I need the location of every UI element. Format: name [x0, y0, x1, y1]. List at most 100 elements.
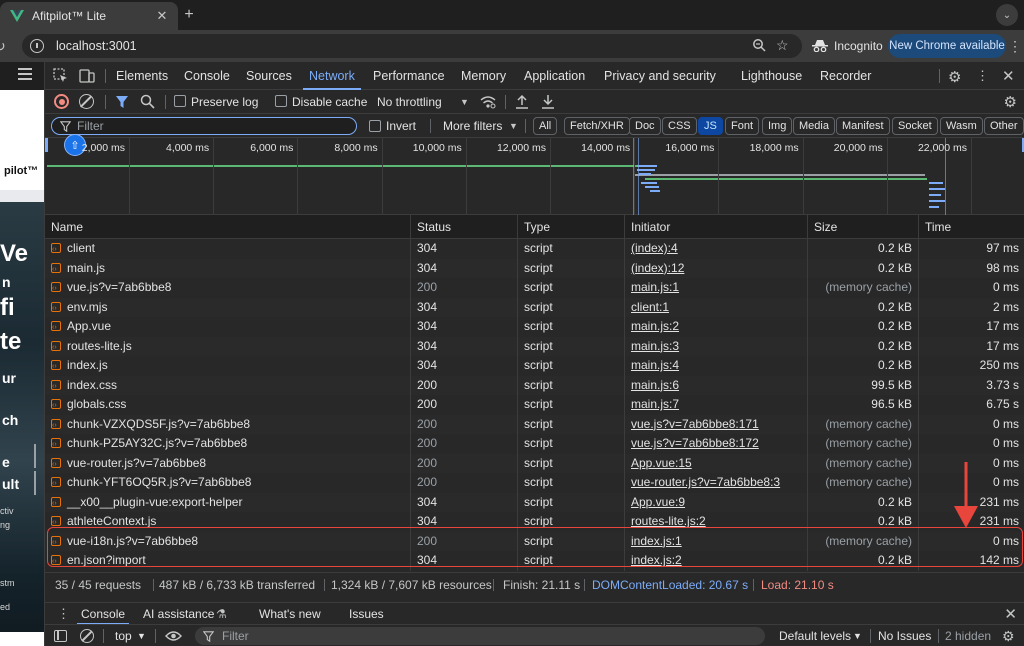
tab-application[interactable]: Application [524, 62, 585, 90]
tab-search-chevron-icon[interactable]: ⌄ [996, 4, 1018, 26]
table-row[interactable]: globals.css 200 script main.js:7 96.5 kB 6.75… [45, 395, 1024, 415]
export-har-icon[interactable] [541, 94, 555, 109]
cell-initiator[interactable]: main.js:4 [625, 356, 808, 376]
table-row[interactable]: env.mjs 304 script client:1 0.2 kB 2 ms [45, 297, 1024, 317]
initiator-text[interactable]: (index):4 [631, 241, 678, 255]
initiator-text[interactable]: client:1 [631, 300, 669, 314]
initiator-text[interactable]: main.js:6 [631, 378, 679, 392]
issues-count[interactable]: No Issues [878, 625, 931, 646]
cell-initiator[interactable]: vue.js?v=7ab6bbe8:172 [625, 434, 808, 454]
initiator-text[interactable]: (index):12 [631, 261, 684, 275]
reload-icon[interactable]: ↻ [0, 38, 10, 54]
filter-chip-socket[interactable]: Socket [892, 117, 938, 135]
tab-privacy-security[interactable]: Privacy and security [604, 62, 716, 90]
close-devtools-icon[interactable]: ✕ [1002, 67, 1015, 85]
context-selector[interactable]: top [115, 625, 132, 646]
record-icon[interactable] [54, 94, 69, 109]
zoom-icon[interactable] [752, 38, 766, 52]
table-row[interactable]: client 304 script (index):4 0.2 kB 97 ms [45, 239, 1024, 259]
filter-chip-font[interactable]: Font [725, 117, 760, 135]
tab-console[interactable]: Console [184, 62, 230, 90]
table-row[interactable]: en.json?import 304 script index.js:2 0.2 kB 1… [45, 551, 1024, 571]
filter-chip-fetch-xhr[interactable]: Fetch/XHR [564, 117, 630, 135]
cell-initiator[interactable]: vue.js?v=7ab6bbe8:171 [625, 414, 808, 434]
filter-chip-img[interactable]: Img [762, 117, 793, 135]
chevron-down-icon[interactable]: ▼ [460, 90, 469, 114]
tab-performance[interactable]: Performance [373, 62, 445, 90]
browser-menu-icon[interactable]: ⋮ [1008, 38, 1022, 55]
cell-initiator[interactable]: client:1 [625, 297, 808, 317]
filter-funnel-icon[interactable] [115, 95, 129, 109]
chevron-down-icon[interactable]: ▼ [853, 625, 862, 646]
initiator-text[interactable]: routes-lite.js:2 [631, 514, 706, 528]
clear-log-icon[interactable] [79, 94, 94, 109]
cell-initiator[interactable]: (index):4 [625, 239, 808, 259]
console-settings-gear-icon[interactable]: ⚙ [1002, 625, 1015, 646]
table-row[interactable]: App.vue 304 script main.js:2 0.2 kB 17 ms [45, 317, 1024, 337]
drawer-menu-icon[interactable]: ⋮ [57, 606, 70, 622]
filter-input[interactable]: Filter [51, 117, 357, 135]
drawer-tab-whats-new[interactable]: What's new [259, 603, 321, 625]
filter-chip-css[interactable]: CSS [662, 117, 697, 135]
devtools-resize-handle[interactable] [34, 444, 40, 495]
drawer-tab-ai-assistance[interactable]: AI assistance [143, 603, 214, 625]
tab-lighthouse[interactable]: Lighthouse [741, 62, 802, 90]
network-conditions-icon[interactable] [480, 95, 496, 109]
table-row[interactable]: athleteContext.js 304 script routes-lite.js… [45, 512, 1024, 532]
network-overview-timeline[interactable]: ⇧ 2,000 ms 4,000 ms 6,000 ms 8,000 ms 10,000… [45, 134, 1024, 215]
column-header-time[interactable]: Time [919, 215, 1024, 239]
cell-initiator[interactable]: main.js:2 [625, 317, 808, 337]
cell-initiator[interactable]: main.js:3 [625, 336, 808, 356]
new-chrome-available-button[interactable]: New Chrome available [888, 34, 1006, 58]
table-row[interactable]: index.css 200 script main.js:6 99.5 kB 3.73 s [45, 375, 1024, 395]
tab-recorder[interactable]: Recorder [820, 62, 871, 90]
live-expression-eye-icon[interactable] [165, 630, 182, 642]
import-har-icon[interactable] [515, 94, 529, 109]
table-row[interactable]: vue-i18n.js?v=7ab6bbe8 200 script index.js:… [45, 531, 1024, 551]
column-header-status[interactable]: Status [411, 215, 518, 239]
address-bar[interactable]: localhost:3001 ☆ [22, 34, 802, 58]
preserve-log-checkbox[interactable] [174, 95, 186, 107]
inspect-element-icon[interactable] [53, 68, 69, 84]
cell-initiator[interactable]: main.js:1 [625, 278, 808, 298]
table-row[interactable]: chunk-PZ5AY32C.js?v=7ab6bbe8 200 script vue… [45, 434, 1024, 454]
browser-tab[interactable]: Afitpilot™ Lite ✕ [0, 2, 178, 30]
column-header-initiator[interactable]: Initiator [625, 215, 808, 239]
console-sidebar-icon[interactable] [54, 630, 67, 642]
console-filter-input[interactable]: Filter [195, 627, 765, 645]
filter-chip-other[interactable]: Other [984, 117, 1024, 135]
overview-range-handle-left[interactable] [45, 138, 48, 152]
bookmark-star-icon[interactable]: ☆ [776, 37, 789, 54]
tab-network[interactable]: Network [303, 62, 361, 90]
cell-initiator[interactable]: App.vue:15 [625, 453, 808, 473]
filter-chip-media[interactable]: Media [793, 117, 835, 135]
initiator-text[interactable]: main.js:2 [631, 319, 679, 333]
cell-initiator[interactable]: vue-router.js?v=7ab6bbe8:3 [625, 473, 808, 493]
chevron-down-icon[interactable]: ▼ [137, 625, 146, 646]
tab-memory[interactable]: Memory [461, 62, 506, 90]
filter-chip-manifest[interactable]: Manifest [836, 117, 890, 135]
chevron-down-icon[interactable]: ▼ [509, 114, 518, 138]
cell-initiator[interactable]: main.js:6 [625, 375, 808, 395]
initiator-text[interactable]: main.js:4 [631, 358, 679, 372]
drawer-tab-issues[interactable]: Issues [349, 603, 384, 625]
table-row[interactable]: vue-router.js?v=7ab6bbe8 200 script App.vue… [45, 453, 1024, 473]
table-row[interactable]: chunk-YFT6OQ5R.js?v=7ab6bbe8 200 script vue… [45, 473, 1024, 493]
disable-cache-checkbox[interactable] [275, 95, 287, 107]
column-header-size[interactable]: Size [808, 215, 919, 239]
initiator-text[interactable]: main.js:7 [631, 397, 679, 411]
settings-gear-icon[interactable]: ⚙ [948, 68, 961, 86]
initiator-text[interactable]: vue.js?v=7ab6bbe8:171 [631, 417, 759, 431]
filter-chip-js[interactable]: JS [698, 117, 723, 135]
tab-sources[interactable]: Sources [246, 62, 292, 90]
tab-elements[interactable]: Elements [116, 62, 168, 90]
more-filters-dropdown[interactable]: More filters [443, 114, 502, 138]
clear-console-icon[interactable] [80, 629, 94, 643]
table-row[interactable]: main.js 304 script (index):12 0.2 kB 98 ms [45, 258, 1024, 278]
cell-initiator[interactable]: index.js:1 [625, 531, 808, 551]
close-drawer-icon[interactable]: ✕ [1004, 605, 1017, 623]
table-row[interactable]: routes-lite.js 304 script main.js:3 0.2 kB 17… [45, 336, 1024, 356]
throttling-select[interactable]: No throttling [377, 90, 442, 114]
filter-chip-wasm[interactable]: Wasm [940, 117, 983, 135]
initiator-text[interactable]: main.js:1 [631, 280, 679, 294]
